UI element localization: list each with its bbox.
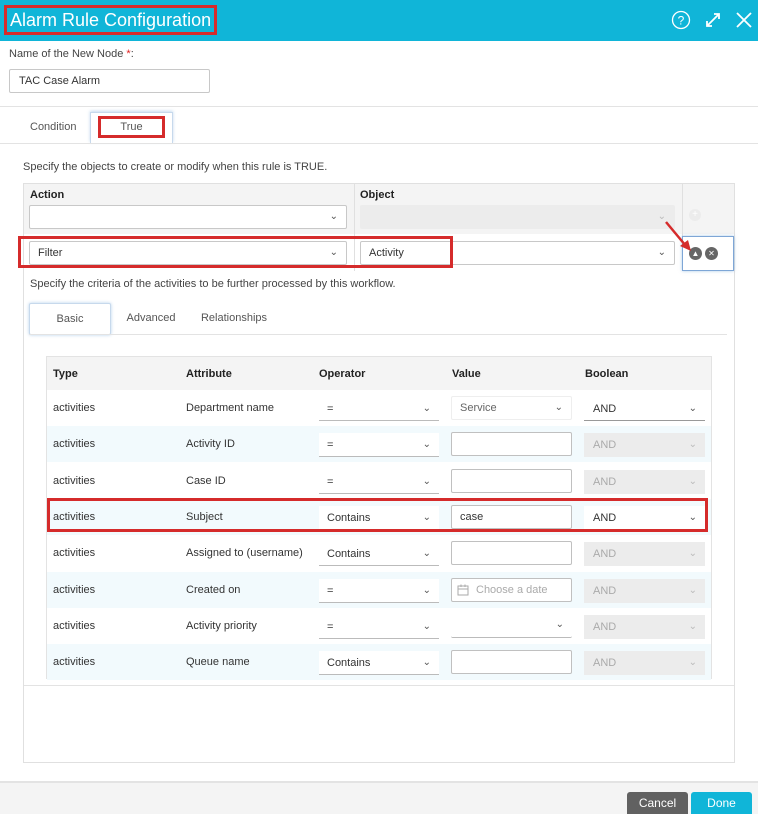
boolean-select: AND ⌄ — [584, 578, 705, 603]
type-cell: activities — [53, 547, 96, 560]
col-operator: Operator — [319, 368, 366, 380]
criteria-row: activities Subject Contains ⌄ case AND ⌄ — [47, 498, 711, 535]
boolean-select[interactable]: AND ⌄ — [584, 505, 705, 530]
filter-description: Specify the criteria of the activities t… — [30, 278, 396, 290]
criteria-row: activities Queue name Contains ⌄ AND ⌄ — [47, 644, 711, 681]
value-input[interactable]: case — [451, 504, 572, 529]
criteria-row: activities Department name = ⌄ Service ⌄ AND ⌄ — [47, 390, 711, 426]
object-select-empty: ⌄ — [360, 205, 675, 229]
attribute-cell: Case ID — [186, 474, 226, 487]
action-select-empty[interactable]: ⌄ — [29, 205, 347, 229]
type-cell: activities — [53, 619, 96, 632]
expand-icon[interactable] — [702, 9, 724, 31]
type-cell: activities — [53, 474, 96, 487]
type-cell: activities — [53, 583, 96, 596]
boolean-select: AND ⌄ — [584, 651, 705, 676]
type-cell: activities — [53, 438, 96, 451]
operator-select[interactable]: = ⌄ — [319, 433, 439, 458]
attribute-cell: Subject — [186, 510, 223, 523]
operator-select[interactable]: = ⌄ — [319, 614, 439, 639]
divider — [0, 106, 758, 107]
action-header: Action — [30, 189, 65, 201]
annotation-arrow — [665, 221, 691, 251]
value-input[interactable] — [451, 468, 572, 493]
value-input[interactable] — [451, 541, 572, 566]
attribute-cell: Created on — [186, 583, 241, 596]
date-input[interactable]: Choose a date — [451, 577, 572, 602]
help-icon[interactable]: ? — [670, 9, 692, 31]
attribute-cell: Assigned to (username) — [186, 547, 303, 560]
action-select-filter[interactable]: Filter ⌄ — [29, 241, 347, 265]
calendar-icon — [457, 584, 469, 595]
type-cell: activities — [53, 510, 96, 523]
tab-true[interactable]: True — [90, 112, 173, 143]
close-icon[interactable] — [733, 9, 755, 31]
remove-icon[interactable]: ✕ — [705, 247, 718, 260]
boolean-select[interactable]: AND ⌄ — [584, 397, 705, 421]
boolean-select: AND ⌄ — [584, 614, 705, 639]
criteria-row: activities Activity priority = ⌄ ⌄ AND ⌄ — [47, 608, 711, 644]
col-boolean: Boolean — [585, 368, 629, 380]
operator-select[interactable]: = ⌄ — [319, 469, 439, 494]
value-select[interactable]: Service ⌄ — [451, 396, 572, 420]
svg-text:?: ? — [678, 14, 685, 28]
cancel-button[interactable]: Cancel — [627, 792, 688, 814]
value-dropdown[interactable]: ⌄ — [451, 614, 572, 638]
boolean-select: AND ⌄ — [584, 469, 705, 494]
operator-select[interactable]: = ⌄ — [319, 397, 439, 421]
type-cell: activities — [53, 402, 96, 414]
col-attribute: Attribute — [186, 368, 232, 380]
attribute-cell: Activity ID — [186, 438, 235, 451]
attribute-cell: Queue name — [186, 656, 250, 669]
done-button[interactable]: Done — [691, 792, 752, 814]
criteria-row: activities Created on = ⌄ Choose a date AND ⌄ — [47, 571, 711, 608]
boolean-select: AND ⌄ — [584, 542, 705, 567]
operator-select[interactable]: Contains ⌄ — [319, 542, 439, 567]
node-name-input[interactable]: TAC Case Alarm — [9, 69, 210, 93]
object-select-activity[interactable]: Activity ⌄ — [360, 241, 675, 265]
attribute-cell: Department name — [186, 402, 275, 414]
tab-condition[interactable]: Condition — [30, 112, 76, 143]
operator-select[interactable]: = ⌄ — [319, 578, 439, 603]
subtab-advanced[interactable]: Advanced — [120, 303, 182, 335]
value-input[interactable] — [451, 432, 572, 457]
tab-divider — [0, 143, 758, 144]
type-cell: activities — [53, 656, 96, 669]
criteria-row: activities Case ID = ⌄ AND ⌄ — [47, 463, 711, 499]
true-description: Specify the objects to create or modify … — [23, 161, 328, 173]
criteria-row: activities Activity ID = ⌄ AND ⌄ — [47, 426, 711, 463]
boolean-select: AND ⌄ — [584, 433, 705, 458]
col-type: Type — [53, 368, 78, 380]
subtab-basic[interactable]: Basic — [29, 303, 111, 335]
dialog-title: Alarm Rule Configuration — [4, 5, 218, 35]
attribute-cell: Activity priority — [186, 619, 257, 632]
criteria-row: activities Assigned to (username) Contains… — [47, 535, 711, 571]
criteria-table: Type Attribute Operator Value Boolean ac… — [46, 356, 712, 681]
value-input[interactable] — [451, 650, 572, 675]
criteria-header: Type Attribute Operator Value Boolean — [47, 357, 711, 390]
node-name-label: Name of the New Node *: — [9, 48, 134, 60]
operator-select[interactable]: Contains ⌄ — [319, 651, 439, 676]
col-value: Value — [452, 368, 481, 380]
object-header: Object — [360, 189, 395, 201]
subtab-relationships[interactable]: Relationships — [196, 303, 272, 335]
operator-select[interactable]: Contains ⌄ — [319, 505, 439, 530]
